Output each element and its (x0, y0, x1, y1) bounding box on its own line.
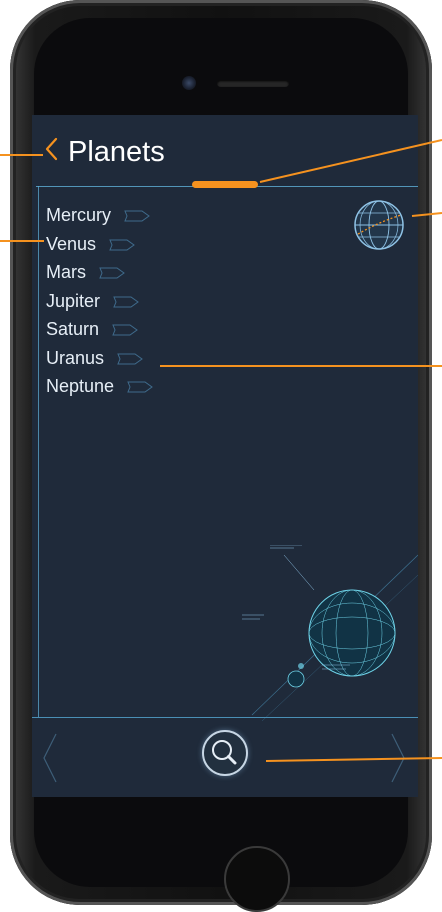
left-rail-line (38, 186, 39, 718)
planet-orbit-illustration (242, 545, 418, 721)
list-item-venus[interactable]: Venus (46, 230, 246, 259)
tab-indicator[interactable] (192, 181, 258, 188)
outline-arrow-icon (127, 381, 153, 393)
page-title: Planets (68, 136, 165, 168)
list-item-label: Saturn (46, 319, 100, 339)
chevron-right-icon[interactable] (388, 730, 408, 786)
globe-grid-icon[interactable] (352, 198, 406, 252)
chevron-left-icon[interactable] (40, 730, 60, 786)
front-camera (182, 76, 196, 90)
outline-arrow-icon (112, 324, 138, 336)
planet-list: Mercury Venus Mars Jupiter Saturn Uranus… (46, 201, 246, 401)
outline-arrow-icon (99, 267, 125, 279)
list-item-label: Neptune (46, 376, 115, 396)
magnifier-icon (212, 740, 237, 765)
list-item-label: Venus (46, 233, 97, 254)
list-item-label: Mercury (46, 205, 112, 225)
list-item-mercury[interactable]: Mercury (46, 201, 246, 230)
home-button[interactable] (224, 846, 290, 912)
list-item-label: Uranus (46, 347, 105, 368)
list-item-saturn[interactable]: Saturn (46, 315, 246, 344)
nav-header: Planets (32, 115, 418, 189)
list-item-uranus[interactable]: Uranus (46, 344, 246, 373)
list-item-mars[interactable]: Mars (46, 258, 246, 287)
list-item-neptune[interactable]: Neptune (46, 372, 246, 401)
search-button[interactable] (202, 730, 248, 776)
outline-arrow-icon (113, 296, 139, 308)
outline-arrow-icon (109, 239, 135, 251)
list-item-label: Jupiter (46, 290, 101, 311)
app-screen: Planets Mercury Venus Mars Jupiter Satur… (32, 115, 418, 797)
outline-arrow-icon (117, 353, 143, 365)
earpiece-speaker (217, 80, 289, 87)
bottom-toolbar (32, 717, 418, 797)
back-chevron-icon[interactable] (44, 135, 58, 163)
list-item-label: Mars (46, 262, 86, 282)
outline-arrow-icon (124, 210, 150, 222)
list-item-jupiter[interactable]: Jupiter (46, 287, 246, 316)
